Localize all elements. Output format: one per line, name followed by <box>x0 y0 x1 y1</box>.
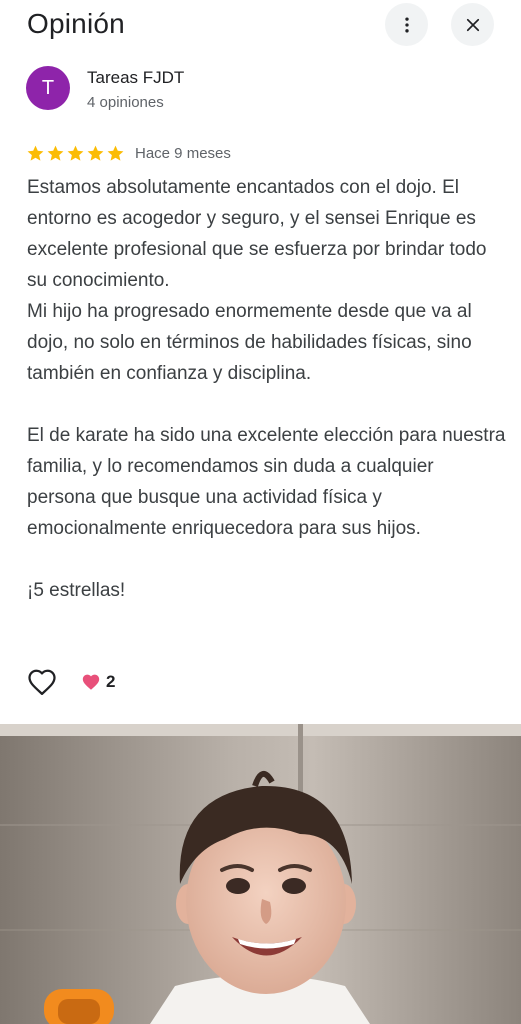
review-photo[interactable] <box>0 724 521 1024</box>
star-icon <box>87 145 104 161</box>
close-icon <box>466 18 479 31</box>
review-time: Hace 9 meses <box>135 144 231 162</box>
reviewer-info[interactable]: T Tareas FJDT 4 opiniones <box>26 66 496 114</box>
reviewer-review-count: 4 opiniones <box>87 94 164 111</box>
review-paragraph: ¡5 estrellas! <box>27 580 126 601</box>
reviewer-name[interactable]: Tareas FJDT <box>87 68 184 88</box>
close-button[interactable] <box>451 3 494 46</box>
star-rating <box>26 144 125 163</box>
avatar-letter: T <box>41 76 55 99</box>
star-icon <box>27 145 44 161</box>
review-paragraph: Mi hijo ha progresado enormemente desde … <box>27 301 472 384</box>
review-paragraph: Estamos absolutamente encantados con el … <box>27 177 487 291</box>
review-actions: 2 <box>26 666 115 698</box>
header: Opinión <box>0 0 521 52</box>
heart-outline-icon <box>28 669 56 695</box>
review-paragraph: El de karate ha sido una excelente elecc… <box>27 425 506 539</box>
more-vert-icon <box>404 17 409 32</box>
like-count: 2 <box>106 672 116 691</box>
page-title: Opinión <box>27 8 125 39</box>
star-icon <box>107 145 124 161</box>
avatar[interactable]: T <box>26 66 70 110</box>
photo-illustration <box>0 724 521 1024</box>
like-button[interactable] <box>26 666 58 698</box>
reaction-count[interactable]: 2 <box>81 672 115 692</box>
rating-row: Hace 9 meses <box>26 142 231 164</box>
more-options-button[interactable] <box>385 3 428 46</box>
review-text: Estamos absolutamente encantados con el … <box>27 172 507 606</box>
heart-filled-icon <box>82 674 100 690</box>
star-icon <box>47 145 64 161</box>
star-icon <box>67 145 84 161</box>
